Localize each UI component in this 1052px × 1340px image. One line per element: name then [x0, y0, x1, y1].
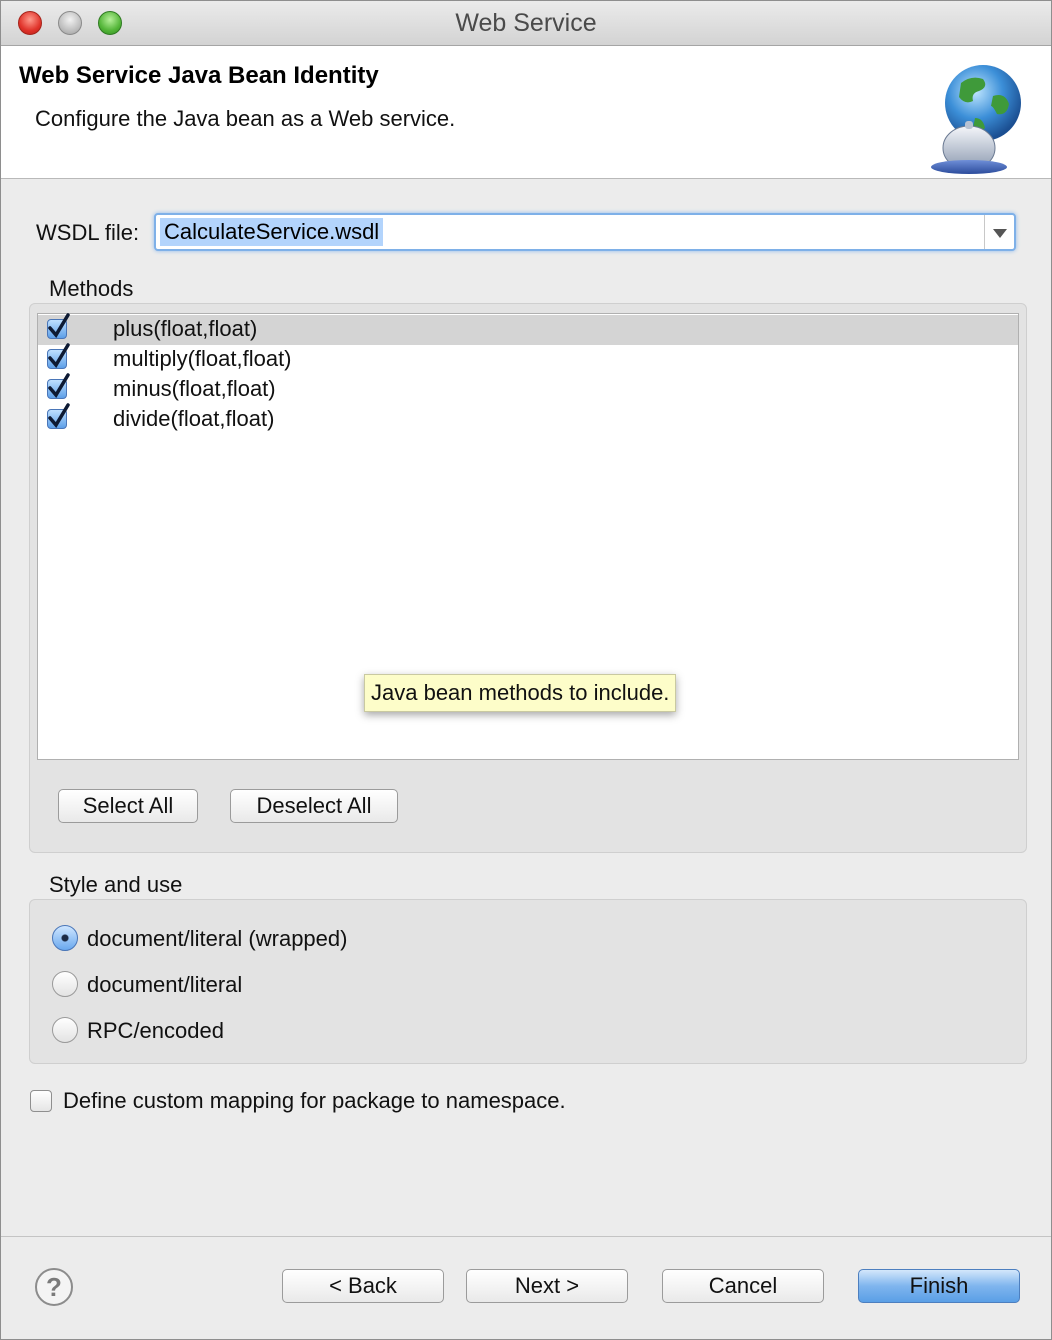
select-all-button[interactable]: Select All — [58, 789, 198, 823]
method-label: divide(float,float) — [113, 406, 275, 431]
method-label: minus(float,float) — [113, 376, 276, 401]
cancel-button[interactable]: Cancel — [662, 1269, 824, 1303]
methods-group-label: Methods — [49, 276, 134, 301]
custom-mapping-checkbox[interactable] — [30, 1090, 52, 1112]
method-row-multiply[interactable]: multiply(float,float) — [38, 343, 1018, 375]
web-service-dialog: Web Service Web Service Java Bean Identi… — [0, 0, 1052, 1340]
method-label: plus(float,float) — [113, 316, 258, 341]
wsdl-file-label: WSDL file: — [36, 220, 140, 245]
radio-document-literal[interactable] — [52, 971, 78, 997]
deselect-all-button[interactable]: Deselect All — [230, 789, 398, 823]
checkbox-checked-icon[interactable] — [47, 373, 70, 399]
method-row-plus[interactable]: plus(float,float) — [38, 313, 1018, 345]
method-label: multiply(float,float) — [113, 346, 292, 371]
chevron-down-icon[interactable] — [984, 215, 1014, 249]
footer-divider — [1, 1236, 1051, 1237]
radio-label: document/literal (wrapped) — [87, 926, 348, 951]
wizard-banner: Web Service Java Bean Identity Configure… — [1, 46, 1051, 179]
globe-service-bell-icon — [931, 65, 1021, 174]
style-group-label: Style and use — [49, 872, 183, 897]
method-row-minus[interactable]: minus(float,float) — [38, 373, 1018, 405]
wsdl-file-combo[interactable]: CalculateService.wsdl — [154, 213, 1016, 251]
radio-document-literal-wrapped[interactable] — [52, 925, 78, 951]
page-description: Configure the Java bean as a Web service… — [35, 106, 456, 131]
help-icon[interactable]: ? — [34, 1267, 74, 1307]
page-title: Web Service Java Bean Identity — [19, 62, 379, 89]
methods-tooltip: Java bean methods to include. — [364, 674, 677, 712]
radio-label: RPC/encoded — [87, 1018, 224, 1043]
title-bar: Web Service — [1, 1, 1051, 46]
finish-button[interactable]: Finish — [858, 1269, 1020, 1303]
window-title: Web Service — [455, 9, 597, 37]
wsdl-file-value[interactable]: CalculateService.wsdl — [160, 218, 384, 246]
checkbox-checked-icon[interactable] — [47, 343, 70, 369]
svg-text:?: ? — [46, 1272, 62, 1302]
radio-rpc-encoded[interactable] — [52, 1017, 78, 1043]
checkbox-checked-icon[interactable] — [47, 403, 70, 429]
method-row-divide[interactable]: divide(float,float) — [38, 403, 1018, 435]
checkbox-checked-icon[interactable] — [47, 313, 70, 339]
custom-mapping-label: Define custom mapping for package to nam… — [63, 1088, 566, 1113]
radio-label: document/literal — [87, 972, 243, 997]
back-button[interactable]: < Back — [282, 1269, 444, 1303]
next-button[interactable]: Next > — [466, 1269, 628, 1303]
